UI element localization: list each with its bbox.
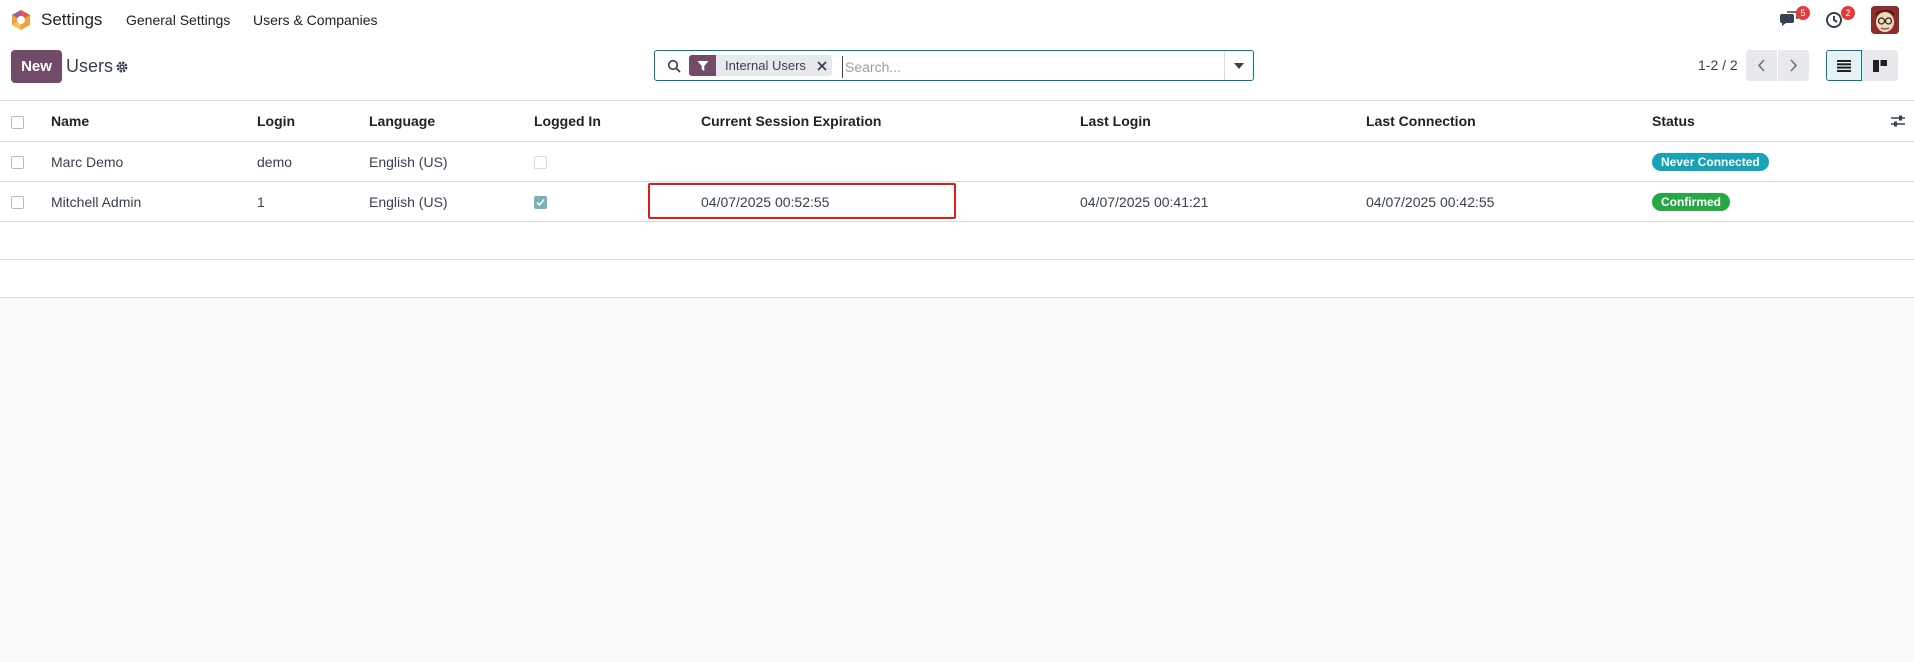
cell-last-login[interactable] (1080, 142, 1366, 182)
column-header-login[interactable]: Login (257, 101, 369, 142)
messages-badge: 5 (1796, 6, 1810, 20)
pager-value[interactable]: 1-2 / 2 (1698, 57, 1738, 73)
chevron-right-icon (1790, 59, 1798, 72)
kanban-view-button[interactable] (1862, 50, 1898, 81)
chevron-left-icon (1757, 59, 1765, 72)
row-checkbox[interactable] (11, 156, 24, 170)
cell-session-expiration[interactable] (701, 142, 1080, 182)
menu-general-settings[interactable]: General Settings (126, 12, 230, 28)
search-options-toggle[interactable] (1224, 51, 1253, 80)
cell-last-connection[interactable]: 04/07/2025 00:42:55 (1366, 182, 1652, 222)
facet-remove-button[interactable] (812, 55, 832, 76)
status-badge: Never Connected (1652, 152, 1769, 171)
cell-name[interactable]: Mitchell Admin (51, 182, 257, 222)
table-row[interactable]: Mitchell Admin 1 English (US) 04/07/2025… (0, 182, 1914, 222)
pager-previous-button[interactable] (1746, 50, 1777, 81)
kanban-view-icon (1873, 59, 1887, 72)
cell-last-login[interactable]: 04/07/2025 00:41:21 (1080, 182, 1366, 222)
new-button[interactable]: New (11, 50, 62, 83)
list-view-icon (1837, 59, 1851, 72)
facet-label: Internal Users (725, 58, 806, 73)
table-row[interactable]: Marc Demo demo English (US) Never Connec… (0, 142, 1914, 182)
status-header-label[interactable]: Status (1652, 113, 1695, 129)
avatar-image (1871, 6, 1899, 34)
cell-language[interactable]: English (US) (369, 182, 534, 222)
settings-gear-icon[interactable] (115, 60, 129, 74)
cell-language[interactable]: English (US) (369, 142, 534, 182)
status-badge: Confirmed (1652, 192, 1730, 211)
cell-login[interactable]: demo (257, 142, 369, 182)
page-title: Users (66, 56, 114, 76)
logged-in-checkbox (534, 156, 547, 170)
row-select-cell (0, 142, 51, 182)
search-input[interactable] (842, 56, 1237, 78)
cell-status: Never Connected (1652, 142, 1914, 182)
activities-button[interactable]: 2 (1824, 6, 1855, 31)
pager-next-button[interactable] (1778, 50, 1809, 81)
cell-status: Confirmed (1652, 182, 1914, 222)
check-icon (536, 199, 545, 207)
search-icon (667, 59, 681, 73)
top-navbar: Settings General Settings Users & Compan… (0, 0, 1914, 40)
select-all-checkbox[interactable] (11, 115, 24, 129)
empty-row (0, 222, 1914, 260)
caret-down-icon (1234, 62, 1244, 69)
highlight-box (648, 183, 956, 219)
app-title[interactable]: Settings (41, 10, 102, 30)
row-select-cell (0, 182, 51, 222)
messages-button[interactable]: 5 (1779, 6, 1810, 31)
activities-badge: 2 (1841, 6, 1855, 20)
row-checkbox[interactable] (11, 196, 24, 210)
close-icon (817, 60, 827, 71)
search-bar[interactable]: Internal Users (654, 50, 1254, 81)
column-settings-icon[interactable] (1891, 115, 1905, 127)
cell-login[interactable]: 1 (257, 182, 369, 222)
column-header-session-expiration[interactable]: Current Session Expiration (701, 101, 1080, 142)
cell-name[interactable]: Marc Demo (51, 142, 257, 182)
filter-icon (697, 60, 708, 71)
empty-row (0, 260, 1914, 298)
odoo-logo[interactable] (10, 9, 32, 31)
column-header-status: Status (1652, 101, 1914, 142)
column-header-last-login[interactable]: Last Login (1080, 101, 1366, 142)
users-table: Name Login Language Logged In Current Se… (0, 101, 1914, 222)
select-all-cell (0, 101, 51, 142)
cell-logged-in (534, 142, 701, 182)
table-header-row: Name Login Language Logged In Current Se… (0, 101, 1914, 142)
list-view-button[interactable] (1826, 50, 1862, 81)
user-avatar[interactable] (1871, 6, 1899, 34)
column-header-logged-in[interactable]: Logged In (534, 101, 701, 142)
control-panel: New Users Internal Users Search... 1-2 /… (0, 40, 1914, 101)
logged-in-checkbox (534, 196, 547, 210)
column-header-name[interactable]: Name (51, 101, 257, 142)
menu-users-companies[interactable]: Users & Companies (253, 12, 378, 28)
column-header-language[interactable]: Language (369, 101, 534, 142)
cell-last-connection[interactable] (1366, 142, 1652, 182)
search-facet[interactable]: Internal Users (689, 55, 832, 76)
column-header-last-connection[interactable]: Last Connection (1366, 101, 1652, 142)
